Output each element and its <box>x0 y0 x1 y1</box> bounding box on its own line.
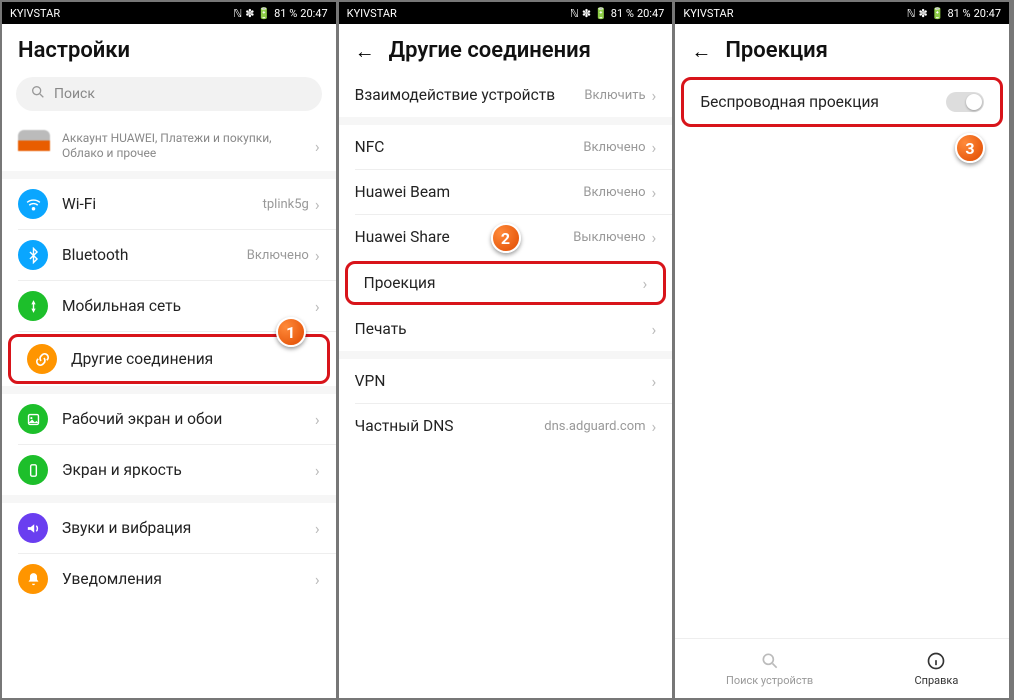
chevron-right-icon: › <box>652 417 657 436</box>
bluetooth-row[interactable]: Bluetooth Включено › <box>2 230 336 280</box>
bt-icon: ✽ <box>919 7 928 20</box>
avatar <box>18 130 50 162</box>
battery-label: 81 % <box>947 7 970 20</box>
status-bar: KYIVSTAR ℕ ✽ 🔋 81 % 20:47 <box>2 2 336 24</box>
chevron-right-icon: › <box>315 410 320 429</box>
time-label: 20:47 <box>637 7 664 20</box>
search-placeholder: Поиск <box>54 86 95 102</box>
callout-2: 2 <box>491 223 521 253</box>
chevron-right-icon: › <box>315 461 320 480</box>
tab-search-devices[interactable]: Поиск устройств <box>726 651 813 687</box>
device-interaction-row[interactable]: Взаимодействие устройств Включить › <box>339 73 673 117</box>
bell-icon <box>18 564 48 594</box>
chevron-right-icon: › <box>652 320 657 339</box>
chevron-right-icon: › <box>315 570 320 589</box>
battery-icon: 🔋 <box>594 7 608 20</box>
wireless-projection-toggle[interactable] <box>946 92 984 112</box>
chevron-right-icon: › <box>652 86 657 105</box>
chevron-right-icon: › <box>652 372 657 391</box>
mobile-icon <box>18 291 48 321</box>
time-label: 20:47 <box>974 7 1001 20</box>
chevron-right-icon: › <box>315 297 320 316</box>
wallpaper-row[interactable]: Рабочий экран и обои › <box>2 394 336 444</box>
chevron-right-icon: › <box>315 137 320 156</box>
brightness-icon <box>18 455 48 485</box>
bt-icon: ✽ <box>582 7 591 20</box>
status-bar: KYIVSTAR ℕ ✽ 🔋 81 % 20:47 <box>675 2 1009 24</box>
account-sub: Аккаунт HUAWEI, Платежи и покупки, Облак… <box>62 131 315 161</box>
battery-icon: 🔋 <box>931 7 945 20</box>
panel-settings: KYIVSTAR ℕ ✽ 🔋 81 % 20:47 Настройки Поис… <box>2 2 339 698</box>
notifications-row[interactable]: Уведомления › <box>2 554 336 604</box>
chevron-right-icon: › <box>652 138 657 157</box>
tab-help[interactable]: Справка <box>914 651 958 687</box>
back-button[interactable]: ← <box>691 41 711 61</box>
page-title: Проекция <box>725 38 828 63</box>
search-input[interactable]: Поиск <box>16 77 322 111</box>
chevron-right-icon: › <box>652 228 657 247</box>
back-button[interactable]: ← <box>355 41 375 61</box>
header: ← Проекция <box>675 24 1009 73</box>
wifi-row[interactable]: Wi-Fi tplink5g › <box>2 179 336 229</box>
projection-row[interactable]: Проекция › <box>345 261 667 305</box>
dns-row[interactable]: Частный DNS dns.adguard.com › <box>339 404 673 448</box>
page-title: Другие соединения <box>389 38 591 63</box>
time-label: 20:47 <box>300 7 327 20</box>
nfc-row[interactable]: NFC Включено › <box>339 125 673 169</box>
bottom-bar: Поиск устройств Справка <box>675 638 1009 698</box>
carrier-label: KYIVSTAR <box>683 7 733 20</box>
print-row[interactable]: Печать › <box>339 307 673 351</box>
nfc-icon: ℕ <box>907 7 916 20</box>
panel-projection: KYIVSTAR ℕ ✽ 🔋 81 % 20:47 ← Проекция Бес… <box>675 2 1012 698</box>
wallpaper-icon <box>18 404 48 434</box>
battery-label: 81 % <box>274 7 297 20</box>
sound-row[interactable]: Звуки и вибрация › <box>2 503 336 553</box>
status-bar: KYIVSTAR ℕ ✽ 🔋 81 % 20:47 <box>339 2 673 24</box>
battery-icon: 🔋 <box>257 7 271 20</box>
brightness-row[interactable]: Экран и яркость › <box>2 445 336 495</box>
wireless-projection-row[interactable]: Беспроводная проекция <box>681 77 1003 127</box>
battery-label: 81 % <box>611 7 634 20</box>
chevron-right-icon: › <box>643 274 648 293</box>
carrier-label: KYIVSTAR <box>10 7 60 20</box>
search-icon <box>30 84 46 104</box>
nfc-icon: ℕ <box>570 7 579 20</box>
vpn-row[interactable]: VPN › <box>339 359 673 403</box>
page-title: Настройки <box>18 38 130 63</box>
account-row[interactable]: Аккаунт HUAWEI, Платежи и покупки, Облак… <box>2 121 336 171</box>
chevron-right-icon: › <box>315 519 320 538</box>
bt-icon: ✽ <box>245 7 254 20</box>
callout-1: 1 <box>276 317 306 347</box>
panel-other-connections: KYIVSTAR ℕ ✽ 🔋 81 % 20:47 ← Другие соеди… <box>339 2 676 698</box>
chevron-right-icon: › <box>315 246 320 265</box>
carrier-label: KYIVSTAR <box>347 7 397 20</box>
bluetooth-icon <box>18 240 48 270</box>
header: Настройки <box>2 24 336 73</box>
chevron-right-icon: › <box>315 195 320 214</box>
nfc-icon: ℕ <box>233 7 242 20</box>
wifi-icon <box>18 189 48 219</box>
huawei-beam-row[interactable]: Huawei Beam Включено › <box>339 170 673 214</box>
chevron-right-icon: › <box>652 183 657 202</box>
sound-icon <box>18 513 48 543</box>
link-icon <box>27 344 57 374</box>
callout-3: 3 <box>955 133 985 163</box>
mobile-row[interactable]: Мобильная сеть › 1 <box>2 281 336 331</box>
header: ← Другие соединения <box>339 24 673 73</box>
huawei-share-row[interactable]: Huawei Share 2 Выключено › <box>339 215 673 259</box>
